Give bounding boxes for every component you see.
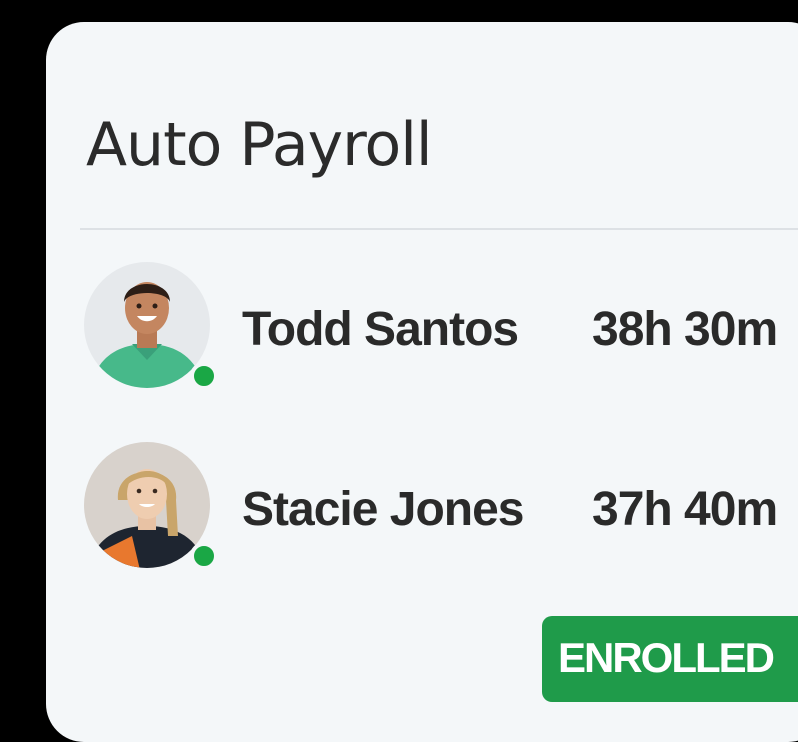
enrolled-badge-label: ENROLLED (558, 634, 775, 681)
title-divider (80, 228, 798, 230)
employee-name: Todd Santos (242, 303, 519, 356)
avatar (82, 440, 218, 570)
card-title: Auto Payroll (86, 110, 433, 180)
employee-row[interactable]: Todd Santos 38h 30m (46, 260, 798, 400)
enrolled-badge[interactable]: ENROLLED (542, 616, 798, 702)
online-status-dot (190, 362, 218, 390)
employee-row[interactable]: Stacie Jones 37h 40m (46, 440, 798, 580)
employee-name: Stacie Jones (242, 483, 524, 536)
avatar (82, 260, 218, 390)
employee-hours: 38h 30m (592, 303, 778, 356)
auto-payroll-card: Auto Payroll Todd Santos 38h 30m Stacie … (46, 22, 798, 742)
employee-hours: 37h 40m (592, 483, 778, 536)
online-status-dot (190, 542, 218, 570)
